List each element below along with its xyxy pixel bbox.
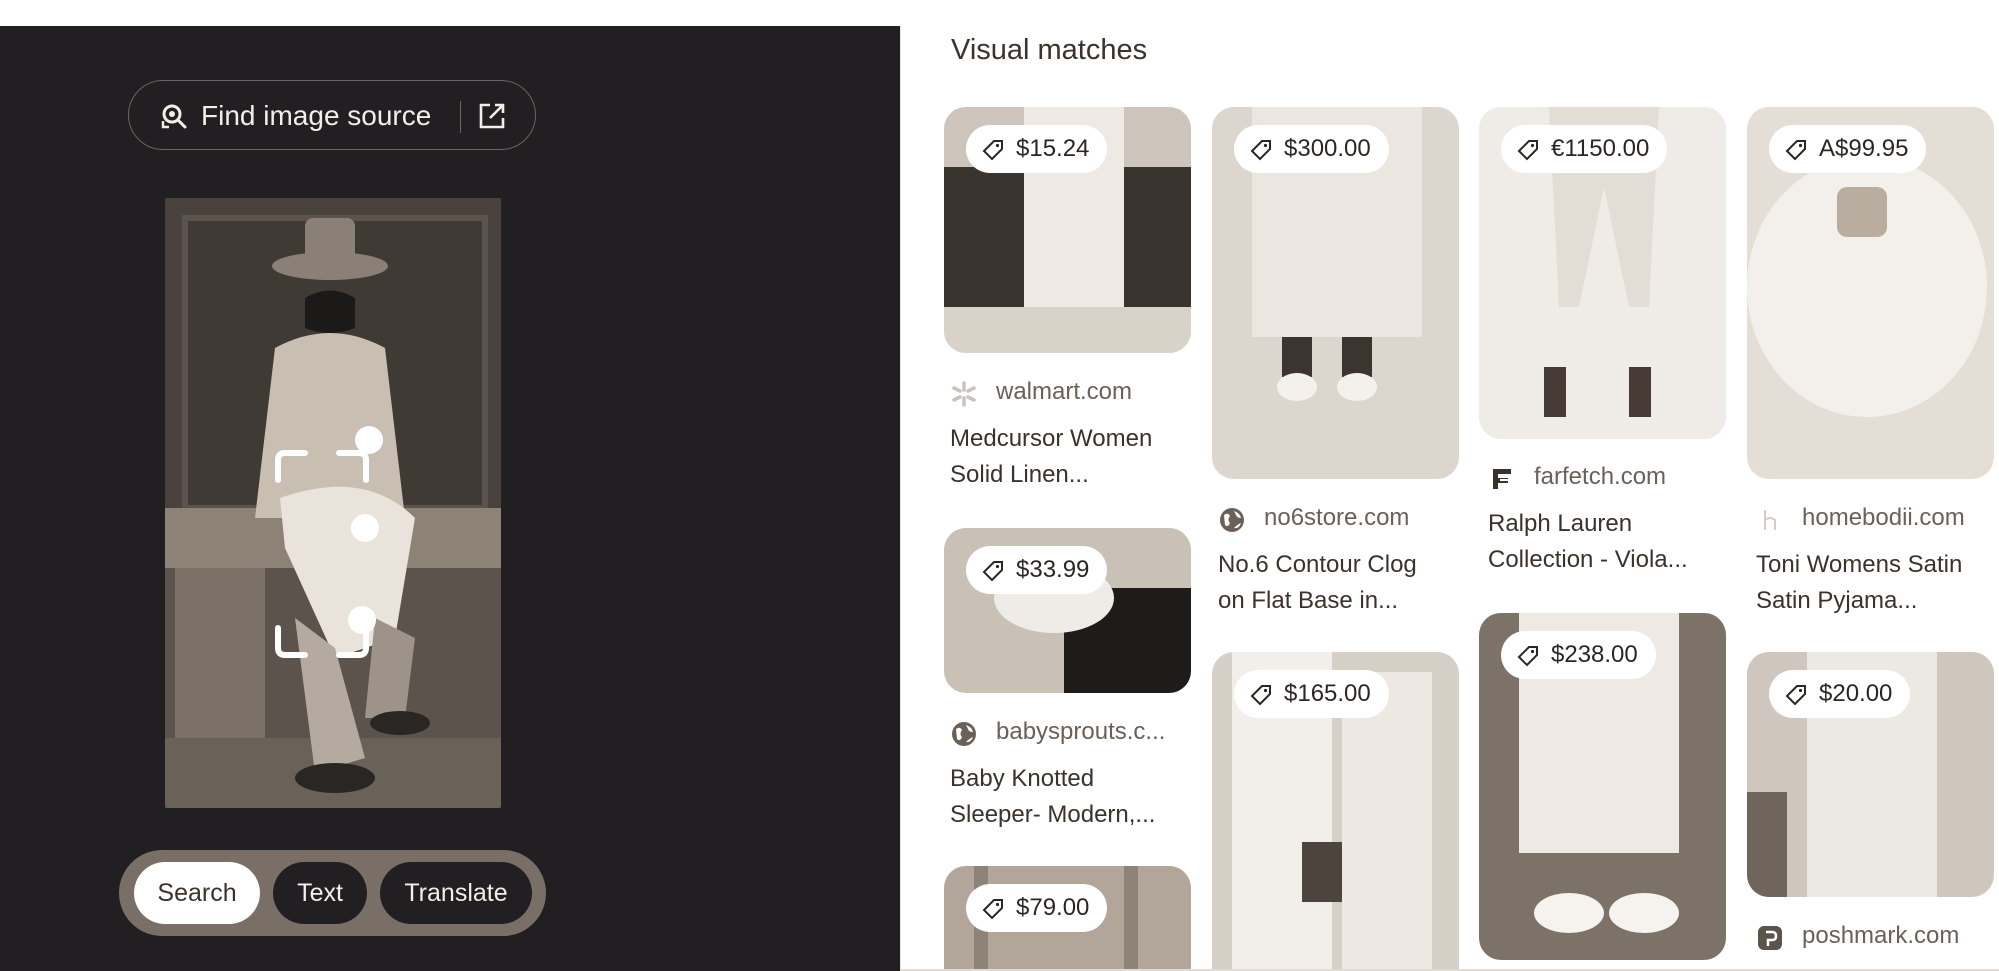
price-tag-icon bbox=[982, 899, 1003, 920]
top-bar bbox=[0, 0, 1999, 26]
lens-viewer-panel: Find image source Search Text Translate bbox=[0, 26, 900, 971]
price-tag-icon bbox=[1517, 646, 1538, 667]
source-domain: babysprouts.c... bbox=[996, 718, 1166, 745]
homebodii-icon bbox=[1764, 510, 1776, 530]
title-line: on Flat Base in... bbox=[1218, 587, 1399, 614]
title-line: Baby Knotted bbox=[950, 765, 1095, 792]
mode-search-chip[interactable]: Search bbox=[134, 862, 260, 924]
title-line: Collection - Viola... bbox=[1488, 546, 1688, 573]
price-badge: A$99.95 bbox=[1769, 125, 1927, 173]
price-tag-icon bbox=[1250, 685, 1271, 706]
title-line: Medcursor Women bbox=[950, 425, 1153, 452]
query-photo[interactable] bbox=[165, 198, 501, 808]
result-image-6[interactable]: €1150.00 bbox=[1479, 107, 1726, 439]
price-text: $300.00 bbox=[1284, 135, 1371, 162]
result-image-5[interactable]: $165.00 bbox=[1212, 652, 1459, 969]
price-badge: $15.24 bbox=[966, 125, 1108, 173]
section-title: Visual matches bbox=[951, 34, 1148, 66]
title-line: Toni Womens Satin bbox=[1756, 551, 1963, 578]
source-domain: farfetch.com bbox=[1534, 463, 1667, 490]
price-badge: $165.00 bbox=[1234, 670, 1389, 718]
price-badge: $300.00 bbox=[1234, 125, 1389, 173]
result-image-7[interactable]: $238.00 bbox=[1479, 613, 1726, 960]
source-domain: walmart.com bbox=[996, 378, 1133, 405]
visual-matches-panel: Visual matches $15.24 walmart.com Medcur… bbox=[900, 26, 1999, 971]
title-line: Ralph Lauren bbox=[1488, 510, 1633, 537]
drag-handle-top[interactable] bbox=[355, 426, 383, 454]
price-text: $33.99 bbox=[1016, 556, 1090, 583]
price-text: $15.24 bbox=[1016, 135, 1090, 162]
lens-search-icon bbox=[161, 104, 187, 129]
result-title-6[interactable]: Ralph Lauren Collection - Viola... bbox=[1488, 506, 1738, 578]
result-title-1[interactable]: Medcursor Women Solid Linen... bbox=[950, 421, 1200, 493]
drag-handle-middle[interactable] bbox=[351, 514, 379, 542]
source-domain: poshmark.com bbox=[1802, 922, 1960, 949]
title-line: Solid Linen... bbox=[950, 461, 1089, 488]
result-image-3[interactable]: $79.00 bbox=[944, 866, 1191, 969]
find-image-source-label: Find image source bbox=[201, 100, 432, 131]
globe-icon bbox=[1220, 508, 1244, 532]
price-badge: $20.00 bbox=[1769, 670, 1911, 718]
globe-icon bbox=[952, 722, 976, 746]
mode-translate-chip[interactable]: Translate bbox=[380, 862, 532, 924]
price-tag-icon bbox=[1785, 140, 1806, 161]
title-line: Sleeper- Modern,... bbox=[950, 801, 1156, 828]
price-text: $79.00 bbox=[1016, 894, 1090, 921]
result-title-4[interactable]: No.6 Contour Clog on Flat Base in... bbox=[1218, 547, 1468, 619]
price-tag-icon bbox=[1250, 140, 1271, 161]
result-image-4[interactable]: $300.00 bbox=[1212, 107, 1459, 479]
price-tag-icon bbox=[1785, 685, 1806, 706]
price-tag-icon bbox=[982, 561, 1003, 582]
price-badge: €1150.00 bbox=[1501, 125, 1668, 173]
result-image-2[interactable]: $33.99 bbox=[944, 528, 1191, 693]
lens-mode-chips: Search Text Translate bbox=[119, 850, 546, 936]
result-title-8[interactable]: Toni Womens Satin Satin Pyjama... bbox=[1756, 547, 1999, 619]
result-image-8[interactable]: A$99.95 bbox=[1747, 107, 1994, 479]
price-text: A$99.95 bbox=[1819, 135, 1909, 162]
result-image-9[interactable]: $20.00 bbox=[1747, 652, 1994, 897]
farfetch-icon bbox=[1493, 469, 1511, 489]
drag-handle-bottom[interactable] bbox=[348, 606, 376, 634]
result-title-2[interactable]: Baby Knotted Sleeper- Modern,... bbox=[950, 761, 1200, 833]
divider bbox=[460, 101, 461, 133]
price-tag-icon bbox=[982, 140, 1003, 161]
poshmark-icon bbox=[1758, 926, 1782, 950]
price-text: $238.00 bbox=[1551, 641, 1638, 668]
find-image-source-button[interactable]: Find image source bbox=[128, 80, 536, 150]
price-tag-icon bbox=[1517, 140, 1538, 161]
walmart-spark-icon bbox=[952, 381, 976, 407]
price-badge: $79.00 bbox=[966, 884, 1108, 932]
price-text: $165.00 bbox=[1284, 680, 1371, 707]
price-text: $20.00 bbox=[1819, 680, 1893, 707]
title-line: No.6 Contour Clog bbox=[1218, 551, 1417, 578]
source-domain: homebodii.com bbox=[1802, 504, 1965, 531]
open-in-new-icon[interactable] bbox=[477, 101, 507, 131]
price-text: €1150.00 bbox=[1551, 135, 1650, 162]
price-badge: $238.00 bbox=[1501, 631, 1656, 679]
title-line: Satin Pyjama... bbox=[1756, 587, 1918, 614]
price-badge: $33.99 bbox=[966, 546, 1108, 594]
source-domain: no6store.com bbox=[1264, 504, 1410, 531]
mode-text-chip[interactable]: Text bbox=[273, 862, 367, 924]
result-image-1[interactable]: $15.24 bbox=[944, 107, 1191, 353]
